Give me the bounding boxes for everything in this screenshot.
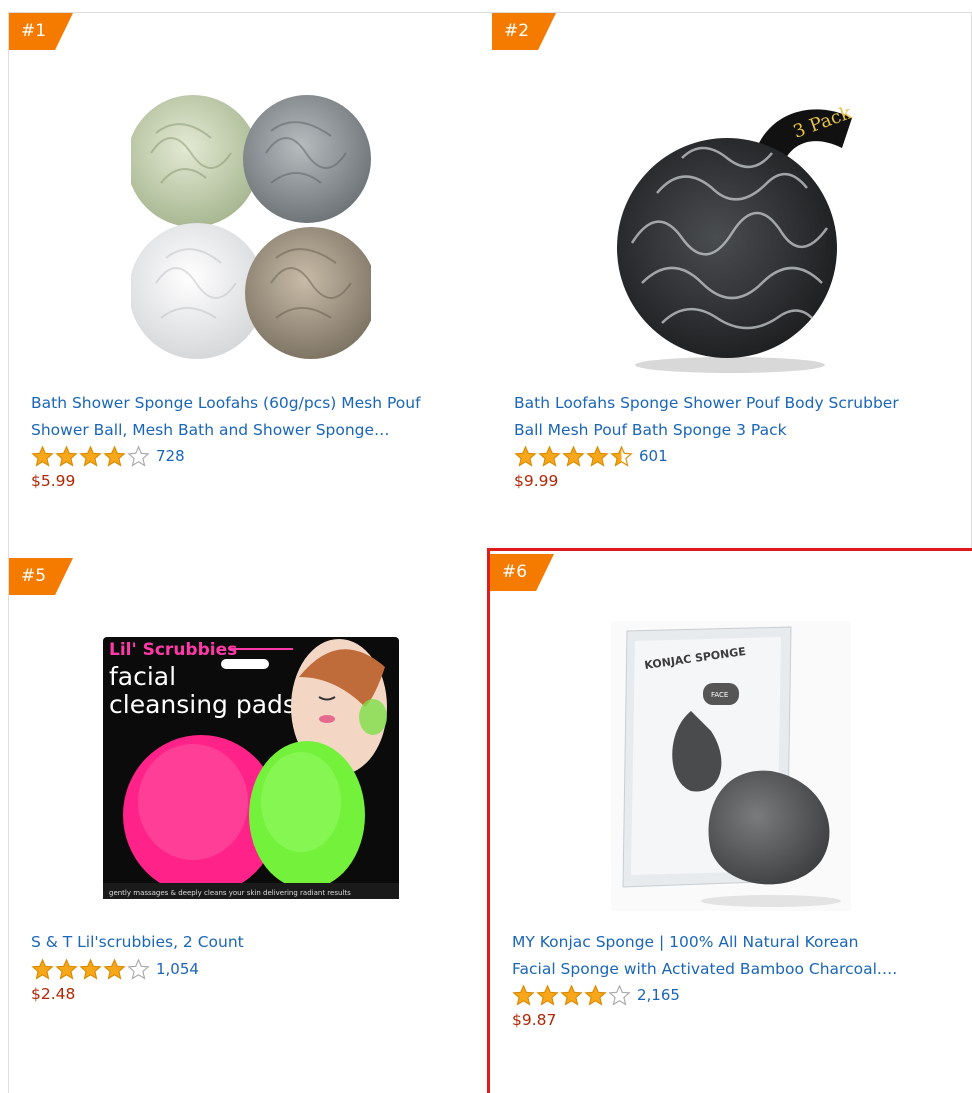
star-rating[interactable]: 601 [514, 444, 668, 468]
product-image-konjac-sponge[interactable]: KONJAC SPONGE FACE [611, 621, 851, 911]
star-full-icon [31, 445, 54, 467]
review-count-link[interactable]: 728 [156, 447, 185, 465]
product-card-5[interactable]: #5 Lil' Scrubbies facial cleansing pads … [8, 553, 493, 1093]
star-rating[interactable]: 1,054 [31, 957, 199, 981]
product-grid: #1 Bath Shower Sponge Loofahs (60g/pcs) … [0, 0, 972, 1093]
pack-footer-text: gently massages & deeply cleans your ski… [109, 889, 351, 897]
star-full-icon [514, 445, 537, 467]
review-count-link[interactable]: 1,054 [156, 960, 199, 978]
product-title-line-1[interactable]: Bath Loofahs Sponge Shower Pouf Body Scr… [514, 390, 960, 417]
review-count-link[interactable]: 601 [639, 447, 668, 465]
product-title-line-1[interactable]: S & T Lil'scrubbies, 2 Count [31, 929, 477, 956]
star-full-icon [79, 445, 102, 467]
rating-stars[interactable] [512, 984, 632, 1006]
star-full-icon [560, 984, 583, 1006]
product-title-link[interactable]: Bath Shower Sponge Loofahs (60g/pcs) Mes… [31, 390, 477, 444]
product-title-link[interactable]: Bath Loofahs Sponge Shower Pouf Body Scr… [514, 390, 960, 444]
product-title-line-2[interactable]: Shower Ball, Mesh Bath and Shower Sponge… [31, 417, 477, 444]
product-price: $9.87 [512, 1011, 557, 1029]
product-card-2[interactable]: #2 3 Pack Bath Loofahs Sponge Shower Pou… [492, 12, 972, 554]
pack-face-text: FACE [711, 691, 728, 699]
pack-line-2-text: cleansing pads [109, 690, 296, 719]
rank-badge: #1 [9, 13, 73, 50]
product-price: $2.48 [31, 985, 76, 1003]
product-title-link[interactable]: S & T Lil'scrubbies, 2 Count [31, 929, 477, 956]
product-title-line-2[interactable]: Ball Mesh Pouf Bath Sponge 3 Pack [514, 417, 960, 444]
star-empty-icon [127, 445, 150, 467]
product-card-6-selected[interactable]: #6 KONJAC SPONGE FACE MY Konjac Sponge |… [487, 548, 972, 1093]
product-title-line-1[interactable]: MY Konjac Sponge | 100% All Natural Kore… [512, 929, 958, 956]
star-empty-icon [608, 984, 631, 1006]
product-price: $9.99 [514, 472, 559, 490]
star-full-icon [55, 445, 78, 467]
product-title-line-2[interactable]: Facial Sponge with Activated Bamboo Char… [512, 956, 958, 983]
star-full-icon [536, 984, 559, 1006]
star-full-icon [512, 984, 535, 1006]
star-full-icon [584, 984, 607, 1006]
star-full-icon [103, 445, 126, 467]
star-full-icon [586, 445, 609, 467]
star-full-icon [538, 445, 561, 467]
star-empty-icon [127, 958, 150, 980]
rank-badge: #2 [492, 13, 556, 50]
rating-stars[interactable] [31, 445, 151, 467]
rating-stars[interactable] [514, 445, 634, 467]
star-rating[interactable]: 728 [31, 444, 185, 468]
star-full-icon [79, 958, 102, 980]
review-count-link[interactable]: 2,165 [637, 986, 680, 1004]
product-image-facial-pads[interactable]: Lil' Scrubbies facial cleansing pads gen… [102, 637, 399, 899]
rank-badge: #5 [9, 558, 73, 595]
star-full-icon [55, 958, 78, 980]
product-title-link[interactable]: MY Konjac Sponge | 100% All Natural Kore… [512, 929, 958, 983]
rating-stars[interactable] [31, 958, 151, 980]
pack-line-1-text: facial [109, 662, 176, 691]
pack-brand-text: Lil' Scrubbies [109, 640, 237, 660]
star-full-icon [562, 445, 585, 467]
star-full-icon [103, 958, 126, 980]
product-title-line-1[interactable]: Bath Shower Sponge Loofahs (60g/pcs) Mes… [31, 390, 477, 417]
product-card-1[interactable]: #1 Bath Shower Sponge Loofahs (60g/pcs) … [8, 12, 493, 554]
product-image-black-loofah[interactable]: 3 Pack [602, 73, 862, 378]
product-price: $5.99 [31, 472, 76, 490]
star-half-icon [610, 445, 633, 467]
star-full-icon [31, 958, 54, 980]
rank-badge: #6 [490, 554, 554, 591]
star-rating[interactable]: 2,165 [512, 983, 680, 1007]
product-image-loofahs-4pack[interactable] [130, 73, 371, 383]
